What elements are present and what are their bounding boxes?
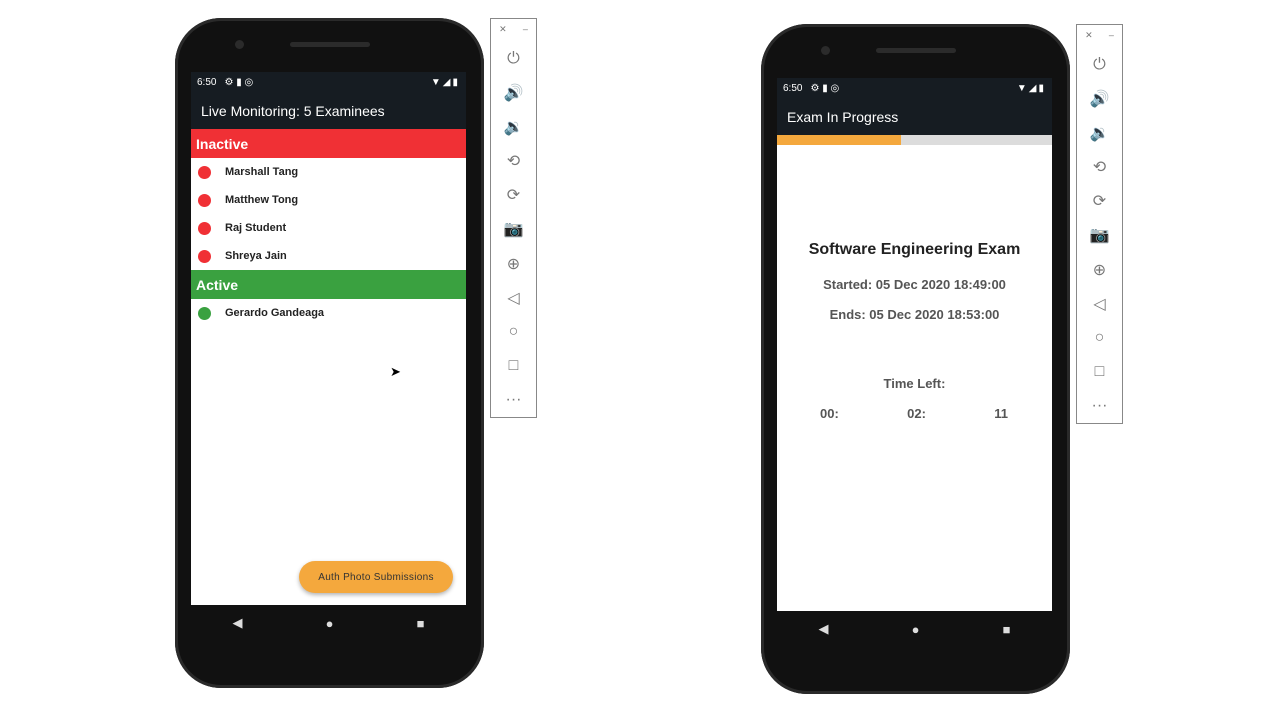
window-controls: ✕ – xyxy=(491,19,536,42)
examinee-name: Shreya Jain xyxy=(225,250,287,262)
examinee-name: Matthew Tong xyxy=(225,194,299,206)
minimize-icon[interactable]: – xyxy=(523,24,528,42)
section-active: Active xyxy=(191,270,466,299)
examinee-name: Gerardo Gandeaga xyxy=(225,307,325,319)
more-icon[interactable]: ··· xyxy=(506,383,522,417)
examinee-row[interactable]: Raj Student xyxy=(191,214,466,242)
status-time: 6:50 xyxy=(197,76,217,88)
exam-progress-bar xyxy=(777,135,1052,145)
close-icon[interactable]: ✕ xyxy=(499,24,507,42)
zoom-icon[interactable]: ⊕ xyxy=(507,246,520,280)
time-left-label: Time Left: xyxy=(883,376,946,391)
nav-home-icon[interactable]: ● xyxy=(326,616,334,631)
window-controls: ✕ – xyxy=(1077,25,1122,48)
volume-up-icon[interactable]: 🔊 xyxy=(504,76,524,110)
speaker xyxy=(876,48,956,53)
back-icon[interactable]: ◁ xyxy=(1093,287,1105,321)
minimize-icon[interactable]: – xyxy=(1109,30,1114,48)
exam-ends: Ends: 05 Dec 2020 18:53:00 xyxy=(829,307,1000,322)
camera-lens xyxy=(821,46,830,55)
status-icons: ⚙ ▮ ◎ xyxy=(810,82,840,94)
rotate-left-icon[interactable]: ⟲ xyxy=(1093,150,1106,184)
emulator-panel-right: ✕ – ⏻ 🔊 🔉 ⟲ ⟳ 📷 ⊕ ◁ ○ □ ··· xyxy=(1076,24,1123,424)
back-icon[interactable]: ◁ xyxy=(507,281,519,315)
mouse-cursor-icon: ➤ xyxy=(390,364,401,379)
countdown-hours: 00: xyxy=(820,406,839,421)
nav-bar: ◀ ● ■ xyxy=(191,605,466,641)
emulator-panel-left: ✕ – ⏻ 🔊 🔉 ⟲ ⟳ 📷 ⊕ ◁ ○ □ ··· xyxy=(490,18,537,418)
section-inactive: Inactive xyxy=(191,129,466,158)
power-icon[interactable]: ⏻ xyxy=(507,42,520,76)
signal-icons: ▼◢▮ xyxy=(1016,82,1046,94)
status-bar: 6:50 ⚙ ▮ ◎ ▼◢▮ xyxy=(777,78,1052,98)
status-time: 6:50 xyxy=(783,82,803,94)
signal-icons: ▼◢▮ xyxy=(430,76,460,88)
status-bar: 6:50 ⚙ ▮ ◎ ▼◢▮ xyxy=(191,72,466,92)
page-title: Exam In Progress xyxy=(777,98,1052,135)
status-dot-icon xyxy=(198,249,211,263)
nav-home-icon[interactable]: ● xyxy=(912,622,920,637)
monitoring-screen: 6:50 ⚙ ▮ ◎ ▼◢▮ Live Monitoring: 5 Examin… xyxy=(191,72,466,605)
camera-icon[interactable]: 📷 xyxy=(1090,218,1110,252)
rotate-left-icon[interactable]: ⟲ xyxy=(507,144,520,178)
inactive-list: Marshall Tang Matthew Tong Raj Student Shre… xyxy=(191,158,466,270)
power-icon[interactable]: ⏻ xyxy=(1093,48,1106,82)
left-phone: 6:50 ⚙ ▮ ◎ ▼◢▮ Live Monitoring: 5 Examin… xyxy=(175,18,484,688)
right-phone: 6:50 ⚙ ▮ ◎ ▼◢▮ Exam In Progress Software… xyxy=(761,24,1070,694)
examinee-row[interactable]: Gerardo Gandeaga xyxy=(191,299,466,327)
auth-photo-submissions-button[interactable]: Auth Photo Submissions xyxy=(299,561,453,593)
active-list: Gerardo Gandeaga xyxy=(191,299,466,327)
overview-icon[interactable]: □ xyxy=(509,349,519,383)
exam-screen: 6:50 ⚙ ▮ ◎ ▼◢▮ Exam In Progress Software… xyxy=(777,78,1052,611)
nav-recents-icon[interactable]: ■ xyxy=(1003,622,1011,637)
status-dot-icon xyxy=(198,221,211,235)
nav-bar: ◀ ● ■ xyxy=(777,611,1052,647)
volume-down-icon[interactable]: 🔉 xyxy=(1090,116,1110,150)
examinee-row[interactable]: Marshall Tang xyxy=(191,158,466,186)
nav-back-icon[interactable]: ◀ xyxy=(233,615,243,631)
examinee-row[interactable]: Matthew Tong xyxy=(191,186,466,214)
page-title: Live Monitoring: 5 Examinees xyxy=(191,92,466,129)
status-dot-icon xyxy=(198,165,211,179)
countdown-seconds: 11 xyxy=(994,406,1008,421)
progress-fill xyxy=(777,135,901,145)
speaker xyxy=(290,42,370,47)
rotate-right-icon[interactable]: ⟳ xyxy=(1093,184,1106,218)
status-dot-icon xyxy=(198,306,211,320)
countdown: 00: 02: 11 xyxy=(777,406,1052,421)
countdown-minutes: 02: xyxy=(907,406,926,421)
examinee-name: Marshall Tang xyxy=(225,166,299,178)
rotate-right-icon[interactable]: ⟳ xyxy=(507,178,520,212)
zoom-icon[interactable]: ⊕ xyxy=(1093,252,1106,286)
home-icon[interactable]: ○ xyxy=(509,315,519,349)
more-icon[interactable]: ··· xyxy=(1092,389,1108,423)
close-icon[interactable]: ✕ xyxy=(1085,30,1093,48)
examinee-name: Raj Student xyxy=(225,222,287,234)
camera-icon[interactable]: 📷 xyxy=(504,212,524,246)
camera-lens xyxy=(235,40,244,49)
overview-icon[interactable]: □ xyxy=(1095,355,1105,389)
home-icon[interactable]: ○ xyxy=(1095,321,1105,355)
status-icons: ⚙ ▮ ◎ xyxy=(224,76,254,88)
examinee-row[interactable]: Shreya Jain xyxy=(191,242,466,270)
status-dot-icon xyxy=(198,193,211,207)
volume-up-icon[interactable]: 🔊 xyxy=(1090,82,1110,116)
exam-name: Software Engineering Exam xyxy=(808,241,1021,258)
nav-back-icon[interactable]: ◀ xyxy=(819,621,829,637)
nav-recents-icon[interactable]: ■ xyxy=(417,616,425,631)
exam-started: Started: 05 Dec 2020 18:49:00 xyxy=(823,277,1006,292)
volume-down-icon[interactable]: 🔉 xyxy=(504,110,524,144)
